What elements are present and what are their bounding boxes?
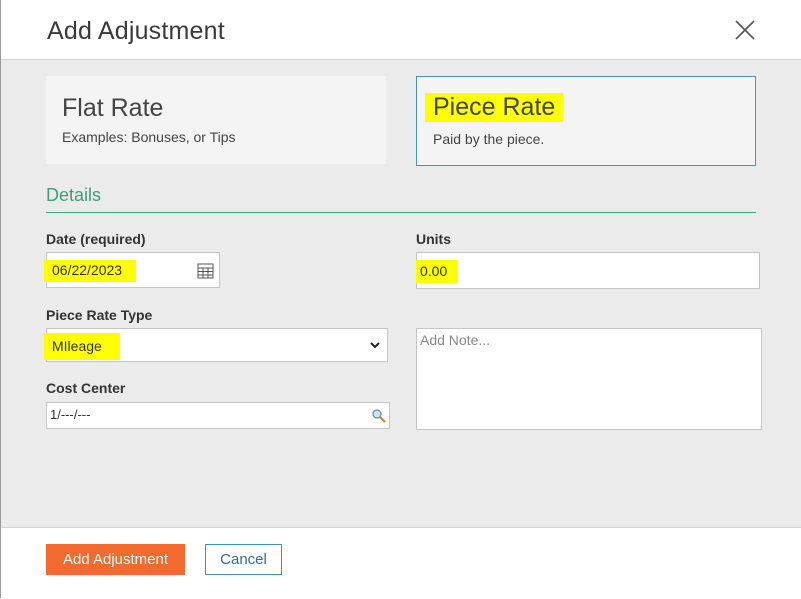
chevron-down-icon [370, 342, 380, 349]
piece-rate-type-select[interactable]: MIleage [44, 328, 388, 362]
date-value: 06/22/2023 [52, 262, 123, 278]
piece-rate-type-label: Piece Rate Type [46, 307, 153, 323]
units-input[interactable]: 0.00 [416, 252, 760, 289]
dialog-header: Add Adjustment [1, 0, 801, 60]
piece-rate-type-value: MIleage [52, 338, 102, 354]
piece-rate-card[interactable]: Piece Rate Paid by the piece. [416, 76, 756, 166]
flat-rate-title: Flat Rate [62, 94, 164, 122]
calendar-icon [197, 263, 214, 279]
date-label: Date (required) [46, 231, 146, 247]
cost-center-input[interactable]: 1/---/--- [46, 402, 390, 429]
date-input[interactable]: 06/22/2023 [44, 252, 193, 288]
cost-center-label: Cost Center [46, 380, 126, 396]
piece-rate-title: Piece Rate [425, 93, 564, 122]
details-section-title: Details [46, 185, 102, 205]
cost-center-value: 1/---/--- [50, 407, 91, 422]
note-textarea[interactable]: Add Note... [416, 328, 762, 430]
calendar-button[interactable] [192, 252, 220, 288]
cancel-button[interactable]: Cancel [205, 544, 282, 575]
units-value: 0.00 [420, 263, 448, 279]
units-label: Units [416, 231, 451, 247]
note-placeholder: Add Note... [420, 332, 491, 348]
dialog-title: Add Adjustment [47, 17, 225, 45]
flat-rate-subtitle: Examples: Bonuses, or Tips [62, 129, 236, 145]
close-icon[interactable] [731, 16, 759, 44]
flat-rate-card[interactable]: Flat Rate Examples: Bonuses, or Tips [46, 76, 386, 164]
details-divider [46, 212, 756, 213]
piece-rate-subtitle: Paid by the piece. [433, 131, 545, 147]
add-adjustment-button[interactable]: Add Adjustment [46, 544, 185, 575]
search-icon[interactable] [371, 408, 387, 424]
